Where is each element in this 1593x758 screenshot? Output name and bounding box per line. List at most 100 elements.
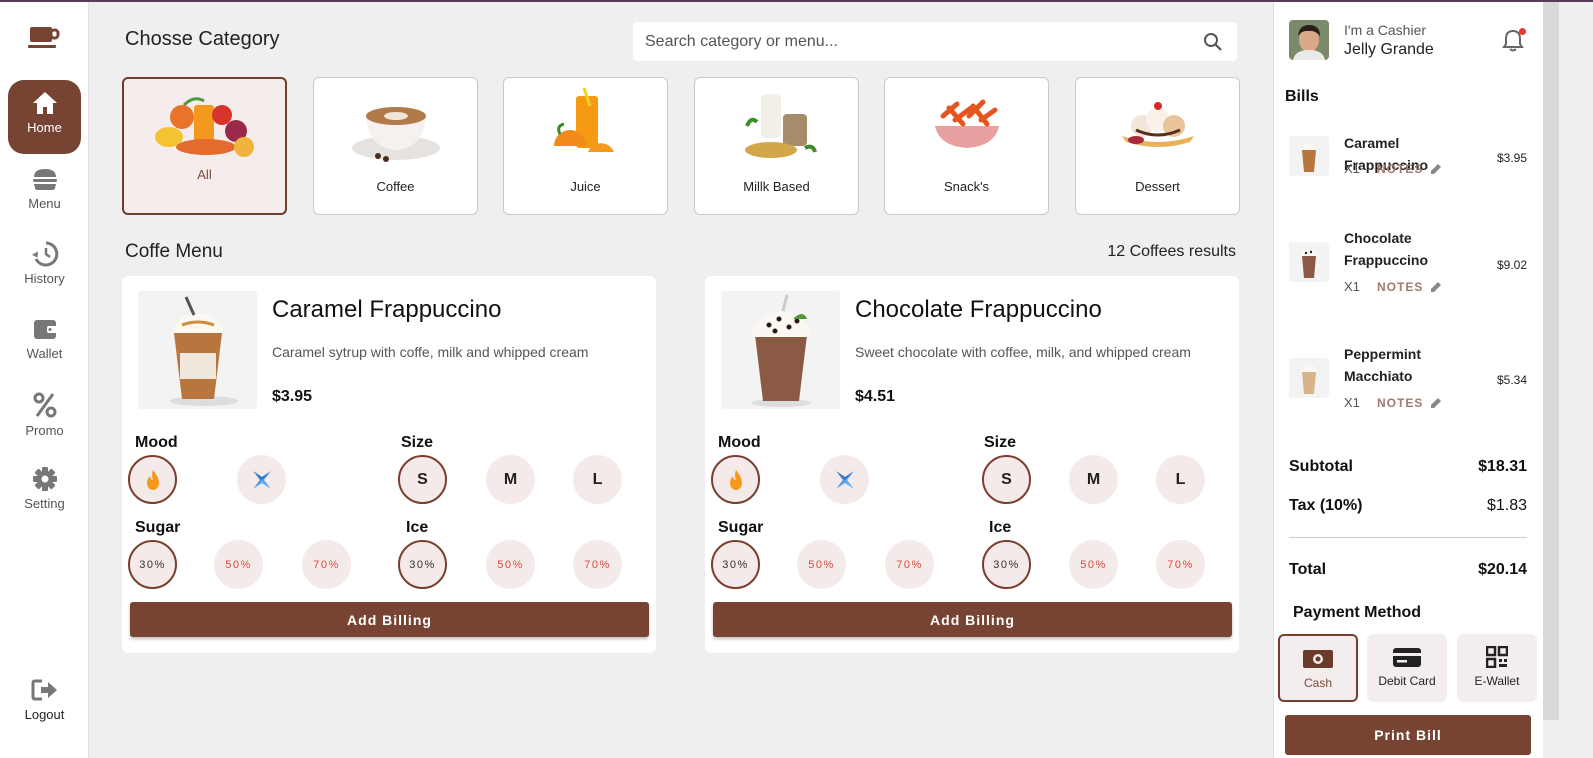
mood-label: Mood	[718, 434, 761, 451]
pencil-icon[interactable]	[1429, 396, 1443, 410]
sugar-50-option[interactable]: 50%	[797, 540, 846, 589]
add-billing-button[interactable]: Add Billing	[130, 602, 649, 637]
print-bill-button[interactable]: Print Bill	[1285, 715, 1531, 755]
sugar-30-option[interactable]: 30%	[128, 540, 177, 589]
search-input[interactable]	[645, 22, 1185, 61]
sidebar-item-setting[interactable]: Setting	[8, 456, 81, 530]
qr-code-icon	[1486, 646, 1508, 668]
sidebar-item-label: Promo	[25, 423, 64, 438]
user-role: I'm a Cashier	[1344, 22, 1427, 38]
sidebar-item-home[interactable]: Home	[8, 80, 81, 154]
category-label: All	[197, 167, 212, 182]
page-title: Chosse Category	[125, 28, 280, 50]
ice-50-option[interactable]: 50%	[486, 540, 535, 589]
category-dessert[interactable]: Dessert	[1075, 77, 1240, 215]
results-count: 12 Coffees results	[1107, 243, 1236, 260]
sidebar-item-promo[interactable]: Promo	[8, 381, 81, 455]
snack-bowl-image	[935, 99, 999, 148]
category-juice[interactable]: Juice	[503, 77, 668, 215]
percent-icon	[33, 392, 56, 418]
notes-button[interactable]: NOTES	[1377, 162, 1423, 176]
pencil-icon[interactable]	[1429, 162, 1443, 176]
ice-50-option[interactable]: 50%	[1069, 540, 1118, 589]
total-value: $20.14	[1478, 561, 1527, 578]
bill-item-qty: X1	[1344, 279, 1360, 294]
size-s-option[interactable]: S	[982, 455, 1031, 504]
size-label: Size	[401, 434, 434, 451]
ice-70-option[interactable]: 70%	[1156, 540, 1205, 589]
notes-button[interactable]: NOTES	[1377, 396, 1423, 410]
bill-item-image	[1289, 136, 1329, 176]
category-milk-based[interactable]: Millk Based	[694, 77, 859, 215]
cash-icon	[1303, 650, 1333, 668]
product-description: Caramel sytrup with coffe, milk and whip…	[272, 344, 589, 360]
scrollbar[interactable]	[1543, 2, 1559, 720]
sidebar-item-menu[interactable]: Menu	[8, 156, 81, 230]
sugar-label: Sugar	[135, 519, 181, 536]
product-image	[721, 291, 840, 409]
bill-panel: I'm a Cashier Jelly Grande Bills Caramel…	[1273, 2, 1543, 758]
sugar-70-option[interactable]: 70%	[885, 540, 934, 589]
pencil-icon[interactable]	[1429, 280, 1443, 294]
category-label: Juice	[570, 179, 601, 194]
ice-30-option[interactable]: 30%	[398, 540, 447, 589]
bills-title: Bills	[1285, 88, 1319, 105]
sugar-label: Sugar	[718, 519, 764, 536]
size-label: Size	[984, 434, 1017, 451]
wallet-icon	[33, 320, 57, 339]
payment-debit-card[interactable]: Debit Card	[1367, 634, 1447, 702]
size-s-option[interactable]: S	[398, 455, 447, 504]
product-card: Caramel Frappuccino Caramel sytrup with …	[122, 276, 656, 653]
mood-cold-option[interactable]	[820, 455, 869, 504]
sidebar-item-label: History	[24, 271, 65, 286]
snowflake-icon	[252, 470, 271, 489]
flame-icon	[729, 469, 742, 490]
payment-cash[interactable]: Cash	[1278, 634, 1358, 702]
menu-title: Coffe Menu	[125, 241, 223, 262]
tax-label: Tax (10%)	[1289, 497, 1363, 514]
bill-item-price: $9.02	[1496, 258, 1527, 272]
product-name: Chocolate Frappuccino	[855, 296, 1102, 323]
product-card: Chocolate Frappuccino Sweet chocolate wi…	[705, 276, 1239, 653]
sugar-30-option[interactable]: 30%	[711, 540, 760, 589]
coffee-cup-logo-icon	[27, 24, 61, 52]
mood-cold-option[interactable]	[237, 455, 286, 504]
category-coffee[interactable]: Coffee	[313, 77, 478, 215]
size-m-option[interactable]: M	[1069, 455, 1118, 504]
size-l-option[interactable]: L	[1156, 455, 1205, 504]
bill-item-name: Chocolate Frappuccino	[1344, 230, 1429, 268]
payment-label: Debit Card	[1378, 674, 1436, 688]
bill-item: Caramel Frappuccino X1 NOTES $3.95	[1274, 126, 1544, 226]
category-all[interactable]: All	[122, 77, 287, 215]
ice-30-option[interactable]: 30%	[982, 540, 1031, 589]
mood-hot-option[interactable]	[128, 455, 177, 504]
ice-70-option[interactable]: 70%	[573, 540, 622, 589]
logout-label: Logout	[24, 707, 65, 722]
logout-button[interactable]: Logout	[8, 667, 81, 741]
sugar-50-option[interactable]: 50%	[214, 540, 263, 589]
avatar	[1289, 20, 1329, 60]
mood-hot-option[interactable]	[711, 455, 760, 504]
search-icon[interactable]	[1203, 32, 1223, 52]
sidebar: Home Menu History Wallet Promo Setting L…	[0, 2, 89, 758]
bill-item: Chocolate Frappuccino X1 NOTES $9.02	[1274, 226, 1544, 326]
category-snacks[interactable]: Snack's	[884, 77, 1049, 215]
bill-item-image	[1289, 242, 1329, 282]
size-m-option[interactable]: M	[486, 455, 535, 504]
sidebar-item-history[interactable]: History	[8, 231, 81, 305]
sidebar-item-wallet[interactable]: Wallet	[8, 306, 81, 380]
notes-button[interactable]: NOTES	[1377, 280, 1423, 294]
product-price: $3.95	[272, 388, 313, 405]
sugar-70-option[interactable]: 70%	[302, 540, 351, 589]
size-l-option[interactable]: L	[573, 455, 622, 504]
search-bar	[633, 22, 1237, 61]
payment-e-wallet[interactable]: E-Wallet	[1457, 634, 1537, 702]
payment-label: E-Wallet	[1474, 674, 1520, 688]
divider	[1289, 537, 1527, 538]
sidebar-item-label: Menu	[28, 196, 61, 211]
sidebar-item-label: Wallet	[26, 346, 63, 361]
dessert-image	[1122, 102, 1194, 147]
add-billing-button[interactable]: Add Billing	[713, 602, 1232, 637]
bill-item-name: Peppermint Macchiato	[1344, 346, 1422, 384]
bill-item-qty: X1	[1344, 161, 1360, 176]
